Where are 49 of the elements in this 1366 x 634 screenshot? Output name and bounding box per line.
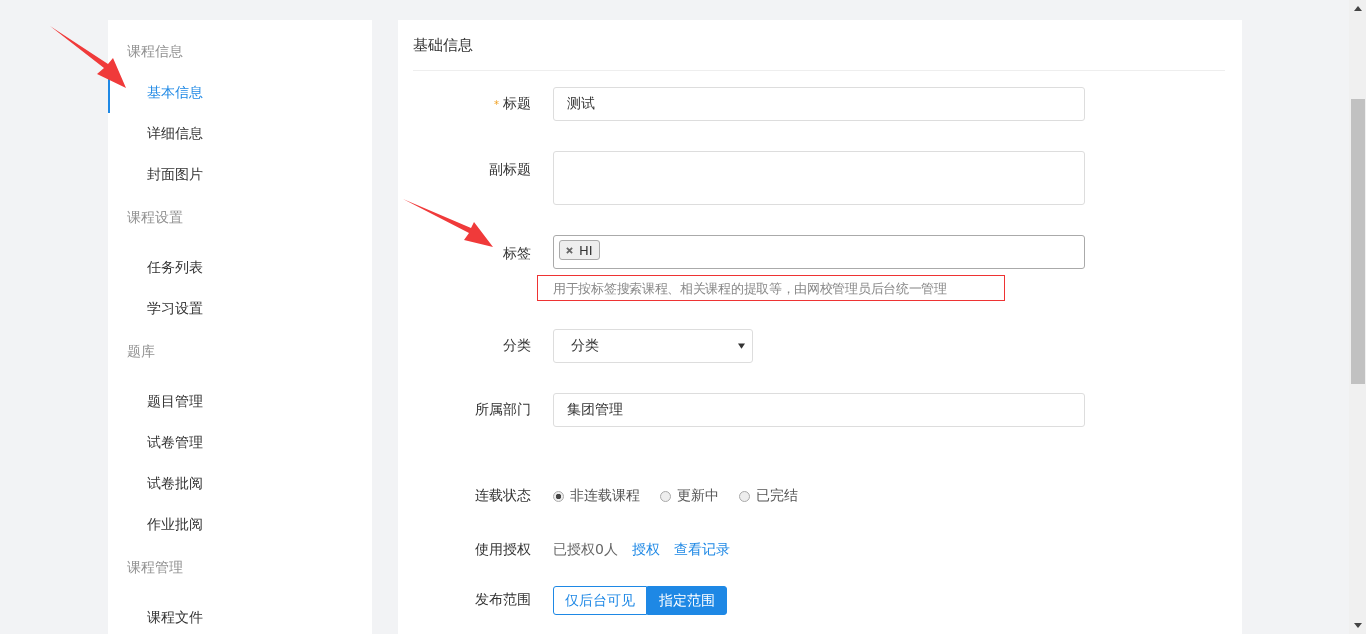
- scope-button[interactable]: 仅后台可见: [553, 586, 647, 615]
- field-label: 分类: [503, 337, 531, 353]
- field-label: 标题: [503, 95, 531, 111]
- text-area[interactable]: [553, 151, 1085, 205]
- scope-button[interactable]: 指定范围: [647, 586, 727, 615]
- field-label: 发布范围: [475, 591, 531, 607]
- sidebar-item[interactable]: 封面图片: [108, 154, 372, 195]
- scroll-down-icon[interactable]: [1353, 623, 1362, 628]
- tag-text: HI: [579, 242, 593, 258]
- sidebar-heading: 课程设置: [126, 208, 184, 227]
- tag-chip[interactable]: HI: [559, 240, 600, 260]
- sidebar-heading: 课程管理: [126, 558, 184, 577]
- field-label: 标签: [503, 245, 531, 261]
- field-label: 副标题: [489, 161, 531, 177]
- remove-icon[interactable]: [566, 246, 573, 254]
- authorization-count: 已授权0人: [553, 541, 618, 559]
- caret-icon: [738, 343, 745, 349]
- radio-button[interactable]: [553, 490, 564, 502]
- input-field[interactable]: 测试: [553, 87, 1085, 121]
- sidebar-item[interactable]: 作业批阅: [108, 504, 372, 545]
- radio-label: 更新中: [677, 487, 719, 505]
- field-label: 所属部门: [475, 401, 531, 417]
- scroll-up-icon[interactable]: [1353, 6, 1362, 11]
- sidebar-item[interactable]: 学习设置: [108, 288, 372, 329]
- radio-button[interactable]: [739, 490, 750, 502]
- input-field[interactable]: 集团管理: [553, 393, 1085, 427]
- sidebar-heading: 题库: [126, 342, 156, 361]
- select-value: 分类: [571, 337, 599, 355]
- sidebar-heading: 课程信息: [126, 42, 184, 61]
- sidebar-item[interactable]: 任务列表: [108, 247, 372, 288]
- link[interactable]: 授权: [631, 541, 660, 559]
- sidebar-item[interactable]: 试卷管理: [108, 422, 372, 463]
- required-mark: *: [494, 99, 499, 110]
- help-text: 用于按标签搜索课程、相关课程的提取等，由网校管理员后台统一管理: [553, 281, 947, 296]
- section-title: 基础信息: [413, 35, 474, 56]
- sidebar-item[interactable]: 课程文件: [108, 597, 372, 634]
- sidebar-item[interactable]: 试卷批阅: [108, 463, 372, 504]
- scrollbar[interactable]: [1349, 0, 1366, 634]
- link[interactable]: 查看记录: [673, 541, 730, 559]
- sidebar-item[interactable]: 详细信息: [108, 113, 372, 154]
- select-field[interactable]: 分类: [553, 329, 753, 363]
- radio-label: 非连载课程: [570, 487, 640, 505]
- scrollbar-thumb[interactable]: [1350, 99, 1365, 384]
- radio-button[interactable]: [660, 490, 671, 502]
- field-label: 连载状态: [475, 487, 531, 503]
- sidebar-item[interactable]: 题目管理: [108, 381, 372, 422]
- tag-input-field[interactable]: HI: [553, 235, 1085, 269]
- field-label: 使用授权: [475, 541, 531, 557]
- radio-label: 已完结: [756, 487, 798, 505]
